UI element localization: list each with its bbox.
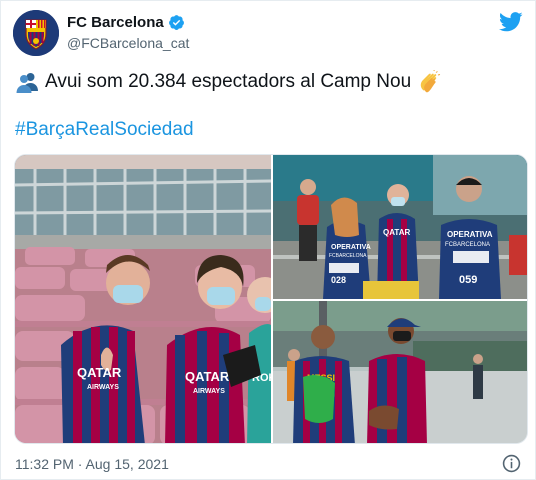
hashtag-link[interactable]: #BarçaRealSociedad xyxy=(15,119,194,141)
operativa-text-1: OPERATIVA xyxy=(331,244,371,251)
airways-sponsor-text-2: AIRWAYS xyxy=(193,388,225,395)
airways-sponsor-text-1: AIRWAYS xyxy=(87,384,119,391)
staff-number-059: 059 xyxy=(459,274,477,286)
fcbarcelona-text-1: FCBARCELONA xyxy=(329,253,367,259)
qatar-staff-text: QATAR xyxy=(383,228,410,237)
clapping-hands-emoji xyxy=(420,70,441,93)
operativa-text-2: OPERATIVA xyxy=(447,230,493,239)
avatar[interactable] xyxy=(13,10,59,56)
fcbarcelona-text-2: FCBARCELONA xyxy=(445,242,490,248)
fans-outside-stadium-photo[interactable]: MESSI 10 xyxy=(273,301,527,443)
author-display-name[interactable]: FC Barcelona xyxy=(67,14,164,31)
qatar-sponsor-text-2: QATAR xyxy=(185,369,230,384)
media-grid: QATAR AIRWAYS QATAR AIRWAYS ROK xyxy=(14,154,528,444)
staff-number-028: 028 xyxy=(331,275,346,285)
twitter-bird-icon[interactable] xyxy=(499,11,523,33)
stadium-staff-photo[interactable]: OPERATIVA FCBARCELONA 028 QATAR OPERATIV… xyxy=(273,155,527,299)
tweet-text: Avui som 20.384 espectadors al Camp Nou xyxy=(15,69,441,95)
info-icon[interactable] xyxy=(502,454,521,473)
fcb-crest-icon xyxy=(13,10,59,56)
qatar-sponsor-text-1: QATAR xyxy=(77,365,122,380)
tweet-timestamp[interactable]: 11:32 PM · Aug 15, 2021 xyxy=(15,456,169,472)
tweet-card: FC Barcelona @FCBarcelona_cat Avui som 2… xyxy=(0,0,536,480)
author-name-row[interactable]: FC Barcelona xyxy=(67,14,185,31)
busts-in-silhouette-emoji xyxy=(16,73,38,93)
tweet-body-text: Avui som 20.384 espectadors al Camp Nou xyxy=(45,71,412,92)
verified-badge-icon xyxy=(168,15,184,30)
author-handle[interactable]: @FCBarcelona_cat xyxy=(67,35,189,51)
fans-in-stands-photo[interactable]: QATAR AIRWAYS QATAR AIRWAYS ROK xyxy=(15,155,271,443)
